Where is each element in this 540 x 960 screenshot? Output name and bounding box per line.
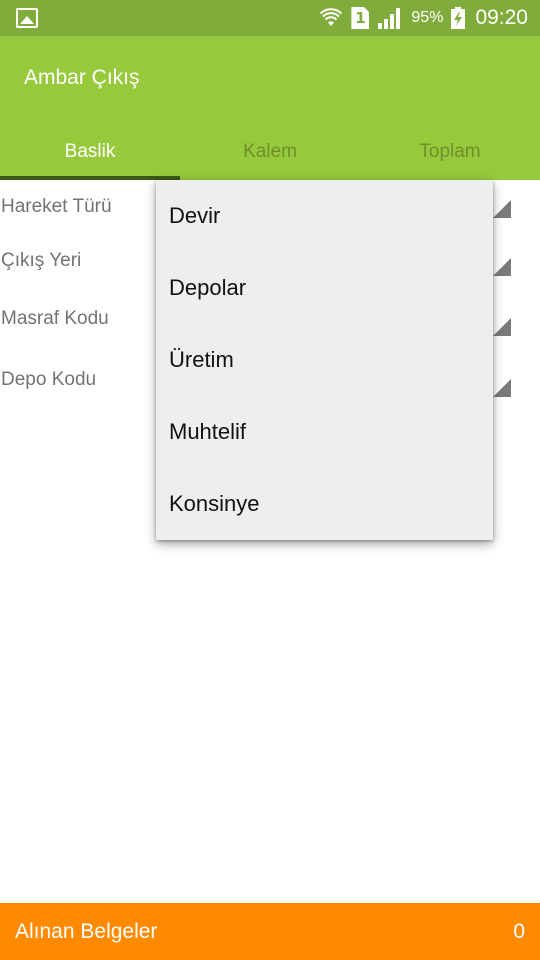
dropdown-menu: Devir Depolar Üretim Muhtelif Konsinye — [156, 180, 493, 540]
status-bar: 1 95% 09:20 — [0, 0, 540, 36]
depo-kodu-label: Depo Kodu — [1, 369, 97, 390]
dropdown-option[interactable]: Konsinye — [156, 468, 493, 540]
dropdown-option[interactable]: Üretim — [156, 324, 493, 396]
cikis-yeri-label: Çıkış Yeri — [1, 250, 82, 271]
sim-icon: 1 — [351, 7, 370, 29]
clock: 09:20 — [475, 6, 528, 29]
hareket-turu-label: Hareket Türü — [1, 196, 112, 217]
received-documents-count: 0 — [513, 920, 525, 943]
received-documents-label: Alınan Belgeler — [15, 920, 158, 943]
signal-icon — [378, 8, 401, 29]
battery-percent: 95% — [411, 9, 444, 26]
tab-bar: Baslik Kalem Toplam — [0, 124, 540, 180]
dropdown-option[interactable]: Muhtelif — [156, 396, 493, 468]
status-icons: 1 95% 09:20 — [319, 0, 528, 36]
masraf-kodu-label: Masraf Kodu — [1, 308, 109, 329]
battery-charging-icon — [451, 7, 466, 29]
app-bar: Ambar Çıkış Baslik Kalem Toplam — [0, 36, 540, 180]
gallery-icon — [16, 8, 38, 28]
wifi-icon — [320, 8, 343, 26]
tab-baslik[interactable]: Baslik — [0, 124, 180, 180]
dropdown-option[interactable]: Devir — [156, 180, 493, 252]
received-documents-bar[interactable]: Alınan Belgeler 0 — [0, 903, 540, 960]
dropdown-arrow-icon[interactable] — [493, 258, 511, 276]
dropdown-arrow-icon[interactable] — [493, 379, 511, 397]
tab-kalem[interactable]: Kalem — [180, 124, 360, 180]
dropdown-arrow-icon[interactable] — [493, 200, 511, 218]
page-title: Ambar Çıkış — [24, 66, 140, 89]
dropdown-option[interactable]: Depolar — [156, 252, 493, 324]
tab-toplam[interactable]: Toplam — [360, 124, 540, 180]
dropdown-arrow-icon[interactable] — [493, 318, 511, 336]
